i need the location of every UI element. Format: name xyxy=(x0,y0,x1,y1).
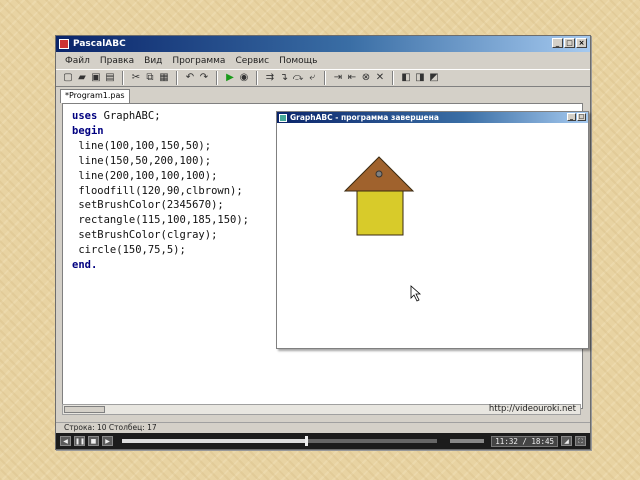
code-line[interactable]: rectangle(115,100,185,150); xyxy=(72,213,249,228)
window-icon[interactable]: ◨ xyxy=(414,72,426,84)
watermark-url: http://videouroki.net xyxy=(488,404,576,414)
close-button[interactable]: × xyxy=(576,38,587,48)
uncomment-icon[interactable]: ⇤ xyxy=(346,72,358,84)
code-line[interactable]: line(100,100,150,50); xyxy=(72,139,249,154)
menu-bar: Файл Правка Вид Программа Сервис Помощь xyxy=(56,53,590,68)
maximize-button[interactable]: □ xyxy=(564,38,575,48)
volume-slider[interactable] xyxy=(450,439,485,443)
graph-minimize-button[interactable]: _ xyxy=(567,113,576,121)
stop-icon[interactable]: ◉ xyxy=(238,72,250,84)
code-line[interactable]: setBrushColor(2345670); xyxy=(72,198,249,213)
seek-bar[interactable] xyxy=(122,436,438,446)
new-file-icon[interactable]: ▢ xyxy=(62,72,74,84)
toolbar-separator xyxy=(392,71,394,85)
scrollbar-thumb[interactable] xyxy=(64,406,105,413)
status-bar: Строка: 10 Столбец: 17 xyxy=(56,422,590,432)
menu-service[interactable]: Сервис xyxy=(230,56,274,66)
toolbar-separator xyxy=(324,71,326,85)
graph-app-icon xyxy=(279,113,287,122)
code-text-segment: line(200,100,100,100); xyxy=(72,169,218,182)
code-keyword: end. xyxy=(72,259,98,272)
mouse-cursor-icon xyxy=(410,285,422,302)
pause-icon[interactable]: ❚❚ xyxy=(74,436,85,446)
code-line[interactable]: circle(150,75,5); xyxy=(72,243,249,258)
graph-window-controls: _ □ xyxy=(567,113,586,121)
run-icon[interactable]: ▶ xyxy=(224,72,236,84)
editor-tabs: *Program1.pas xyxy=(56,88,590,103)
seek-knob[interactable] xyxy=(304,436,308,446)
graph-window-title: GraphABC - программа завершена xyxy=(290,113,439,122)
watch-icon[interactable]: ⊗ xyxy=(360,72,372,84)
undo-icon[interactable]: ↶ xyxy=(184,72,196,84)
copy-icon[interactable]: ⧉ xyxy=(144,72,156,84)
clear-icon[interactable]: ✕ xyxy=(374,72,386,84)
horizontal-scrollbar[interactable]: http://videouroki.net xyxy=(62,404,581,415)
code-line[interactable]: begin xyxy=(72,124,249,139)
debug-icon[interactable]: ⇉ xyxy=(264,72,276,84)
seek-played xyxy=(122,439,305,443)
code-line[interactable]: uses GraphABC; xyxy=(72,109,249,124)
code-keyword: begin xyxy=(72,124,104,137)
forward-icon[interactable]: ▶ xyxy=(102,436,113,446)
window-icon[interactable]: ◧ xyxy=(400,72,412,84)
code-line[interactable]: line(150,50,200,100); xyxy=(72,154,249,169)
open-icon[interactable]: ▰ xyxy=(76,72,88,84)
menu-edit[interactable]: Правка xyxy=(95,56,139,66)
code-text-segment: line(100,100,150,50); xyxy=(72,139,212,152)
video-player-bar: ◀ ❚❚ ■ ▶ 11:32 / 18:45 ◢ ⛶ xyxy=(56,433,590,449)
code-text-segment: circle(150,75,5); xyxy=(72,244,186,257)
graphabc-window: GraphABC - программа завершена _ □ xyxy=(276,111,589,349)
code-text-segment: setBrushColor(2345670); xyxy=(72,199,224,212)
save-all-icon[interactable]: ▤ xyxy=(104,72,116,84)
house-wall xyxy=(356,190,404,236)
rewind-icon[interactable]: ◀ xyxy=(60,436,71,446)
toolbar-separator xyxy=(216,71,218,85)
code-text-segment: rectangle(115,100,185,150); xyxy=(72,214,250,227)
toolbar-separator xyxy=(122,71,124,85)
save-icon[interactable]: ▣ xyxy=(90,72,102,84)
time-display: 11:32 / 18:45 xyxy=(491,435,558,447)
menu-file[interactable]: Файл xyxy=(60,56,95,66)
app-icon xyxy=(59,39,69,49)
window-title: PascalABC xyxy=(73,39,126,49)
cut-icon[interactable]: ✂ xyxy=(130,72,142,84)
tab-program1[interactable]: *Program1.pas xyxy=(60,89,130,103)
code-text[interactable]: uses GraphABC; begin line(100,100,150,50)… xyxy=(72,109,249,273)
menu-view[interactable]: Вид xyxy=(139,56,167,66)
paste-icon[interactable]: ▦ xyxy=(158,72,170,84)
code-text-segment: line(150,50,200,100); xyxy=(72,154,212,167)
code-line[interactable]: end. xyxy=(72,258,249,273)
code-text-segment: floodfill(120,90,clbrown); xyxy=(72,184,243,197)
code-line[interactable]: floodfill(120,90,clbrown); xyxy=(72,184,249,199)
stop-icon[interactable]: ■ xyxy=(88,436,99,446)
comment-icon[interactable]: ⇥ xyxy=(332,72,344,84)
code-line[interactable]: setBrushColor(clgray); xyxy=(72,228,249,243)
window-icon[interactable]: ◩ xyxy=(428,72,440,84)
code-keyword: uses xyxy=(72,110,98,122)
menu-program[interactable]: Программа xyxy=(167,56,230,66)
window-controls: _ □ × xyxy=(552,38,587,48)
graph-canvas xyxy=(343,156,422,302)
redo-icon[interactable]: ↷ xyxy=(198,72,210,84)
toolbar-separator xyxy=(176,71,178,85)
step-over-icon[interactable]: ⤼ xyxy=(292,72,304,84)
toolbar-separator xyxy=(256,71,258,85)
toolbar: ▢ ▰ ▣ ▤ ✂ ⧉ ▦ ↶ ↷ ▶ ◉ ⇉ ↴ ⤼ ⤶ ⇥ ⇤ ⊗ ✕ ◧ … xyxy=(56,69,590,87)
fullscreen-icon[interactable]: ⛶ xyxy=(575,436,586,446)
menu-help[interactable]: Помощь xyxy=(274,56,322,66)
code-line[interactable]: line(200,100,100,100); xyxy=(72,169,249,184)
house-circle xyxy=(375,170,383,178)
code-text-segment: GraphABC; xyxy=(97,110,161,122)
minimize-button[interactable]: _ xyxy=(552,38,563,48)
code-text-segment: setBrushColor(clgray); xyxy=(72,229,218,242)
ide-titlebar[interactable]: PascalABC _ □ × xyxy=(56,36,590,52)
step-into-icon[interactable]: ↴ xyxy=(278,72,290,84)
graph-maximize-button[interactable]: □ xyxy=(577,113,586,121)
graph-titlebar[interactable]: GraphABC - программа завершена _ □ xyxy=(277,112,588,123)
volume-icon[interactable]: ◢ xyxy=(561,436,572,446)
step-out-icon[interactable]: ⤶ xyxy=(306,72,318,84)
